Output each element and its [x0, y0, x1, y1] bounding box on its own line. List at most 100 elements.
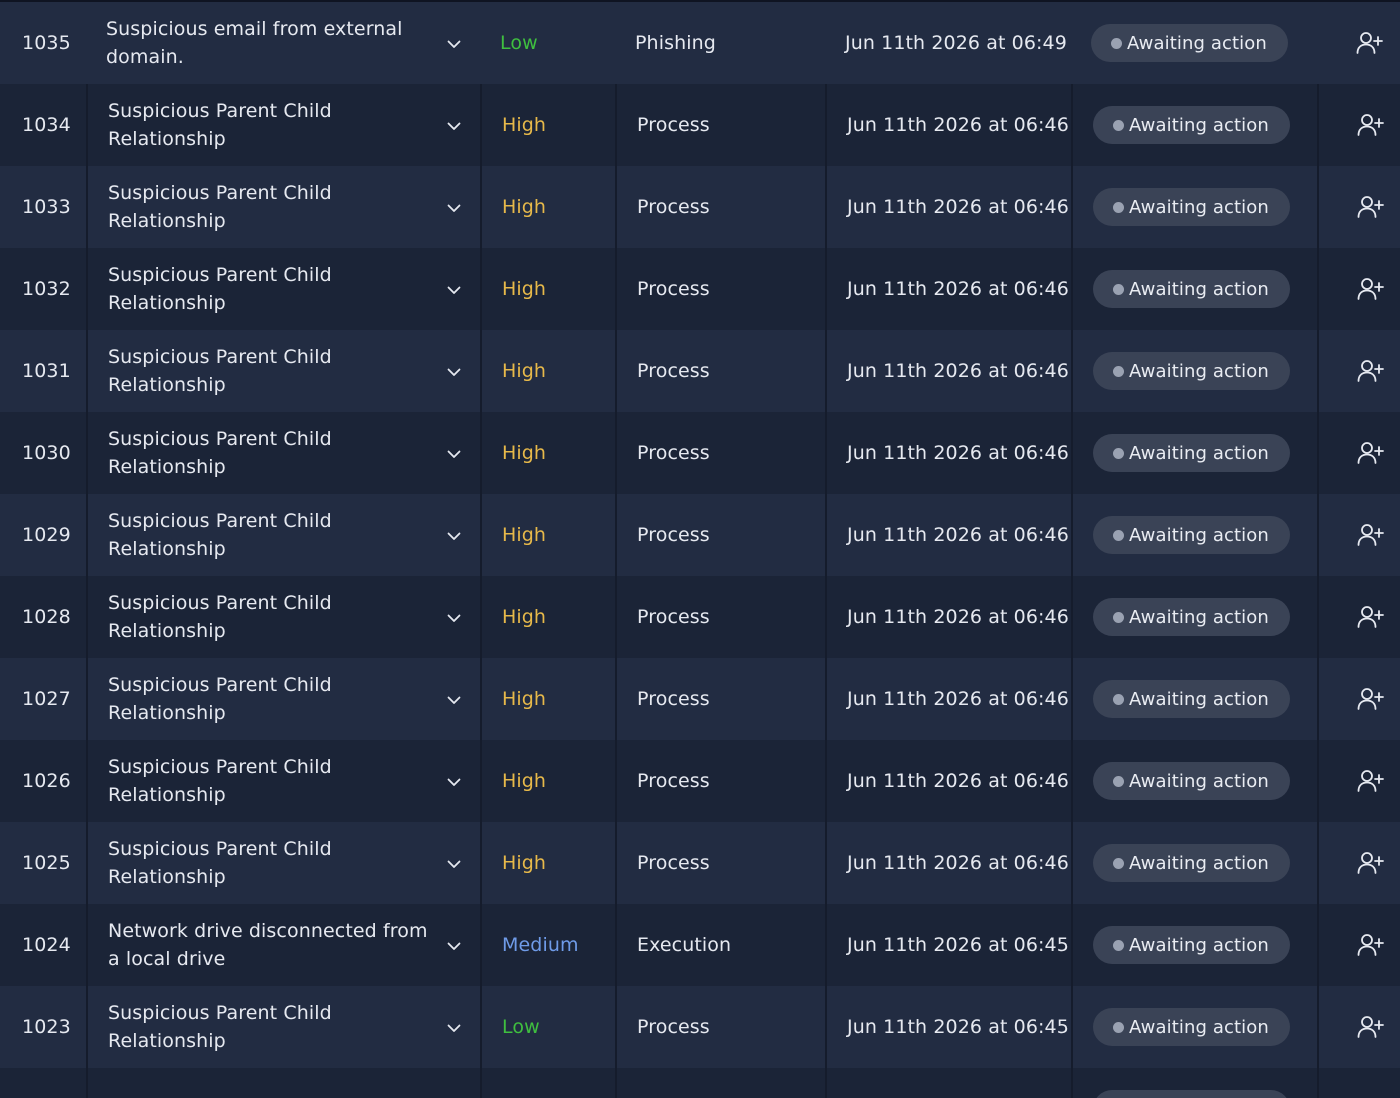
add-user-icon[interactable] — [1356, 1012, 1386, 1042]
alert-title: Suspicious Parent Child Relationship — [108, 346, 332, 396]
assign-cell — [1317, 166, 1400, 248]
status-badge[interactable]: Awaiting action — [1093, 844, 1290, 882]
add-user-icon[interactable] — [1356, 602, 1386, 632]
add-user-icon[interactable] — [1356, 520, 1386, 550]
alert-title-cell[interactable]: Suspicious Parent Child Relationship — [86, 248, 480, 330]
chevron-down-icon[interactable] — [446, 446, 462, 462]
alert-title-cell[interactable]: Suspicious Parent Child Relationship — [86, 166, 480, 248]
alert-title-cell[interactable]: Suspicious Parent Child Relationship — [86, 412, 480, 494]
severity-label: High — [502, 114, 547, 136]
add-user-icon[interactable] — [1356, 356, 1386, 386]
table-row[interactable]: 1025 Suspicious Parent Child Relationshi… — [0, 822, 1400, 904]
chevron-down-icon[interactable] — [446, 36, 462, 52]
alert-title-cell[interactable] — [86, 1068, 480, 1098]
status-badge[interactable]: Awaiting action — [1093, 680, 1290, 718]
date-cell: Jun 11th 2026 at 06:46 — [825, 494, 1071, 576]
alert-date: Jun 11th 2026 at 06:46 — [847, 688, 1069, 710]
assign-cell — [1317, 658, 1400, 740]
table-row[interactable]: 1030 Suspicious Parent Child Relationshi… — [0, 412, 1400, 494]
add-user-icon[interactable] — [1356, 1094, 1386, 1098]
category-cell: Process — [615, 494, 825, 576]
table-row[interactable]: 1033 Suspicious Parent Child Relationshi… — [0, 166, 1400, 248]
severity-label: High — [502, 278, 547, 300]
chevron-down-icon[interactable] — [446, 692, 462, 708]
status-badge[interactable]: Awaiting action — [1093, 106, 1290, 144]
alert-title-cell[interactable]: Suspicious Parent Child Relationship — [86, 658, 480, 740]
status-label: Awaiting action — [1129, 278, 1269, 300]
table-row[interactable]: 1032 Suspicious Parent Child Relationshi… — [0, 248, 1400, 330]
alert-title-cell[interactable]: Suspicious Parent Child Relationship — [86, 986, 480, 1068]
status-label: Awaiting action — [1129, 442, 1269, 464]
alert-id: 1029 — [22, 524, 71, 546]
status-cell: Awaiting action — [1071, 576, 1317, 658]
category-cell: Phishing — [615, 2, 825, 84]
add-user-icon[interactable] — [1356, 848, 1386, 878]
status-cell: Awaiting action — [1071, 904, 1317, 986]
table-row[interactable]: Awaiting action — [0, 1068, 1400, 1098]
status-dot-icon — [1113, 283, 1124, 295]
add-user-icon[interactable] — [1356, 438, 1386, 468]
date-cell: Jun 11th 2026 at 06:49 — [825, 2, 1071, 84]
alert-title-cell[interactable]: Suspicious email from external domain. — [86, 2, 480, 84]
chevron-down-icon[interactable] — [446, 774, 462, 790]
table-row[interactable]: 1031 Suspicious Parent Child Relationshi… — [0, 330, 1400, 412]
status-badge[interactable]: Awaiting action — [1093, 926, 1290, 964]
alert-title-cell[interactable]: Suspicious Parent Child Relationship — [86, 740, 480, 822]
status-cell: Awaiting action — [1071, 494, 1317, 576]
add-user-icon[interactable] — [1356, 192, 1386, 222]
alert-title-cell[interactable]: Suspicious Parent Child Relationship — [86, 822, 480, 904]
chevron-down-icon[interactable] — [446, 118, 462, 134]
assign-cell — [1317, 904, 1400, 986]
category-cell: Process — [615, 330, 825, 412]
chevron-down-icon[interactable] — [446, 200, 462, 216]
alert-title-cell[interactable]: Network drive disconnected from a local … — [86, 904, 480, 986]
chevron-down-icon[interactable] — [446, 938, 462, 954]
status-label: Awaiting action — [1127, 32, 1267, 54]
status-badge[interactable]: Awaiting action — [1093, 1090, 1290, 1098]
chevron-down-icon[interactable] — [446, 1020, 462, 1036]
status-dot-icon — [1113, 611, 1124, 623]
status-badge[interactable]: Awaiting action — [1093, 434, 1290, 472]
alert-title-cell[interactable]: Suspicious Parent Child Relationship — [86, 84, 480, 166]
add-user-icon[interactable] — [1356, 930, 1386, 960]
status-badge[interactable]: Awaiting action — [1093, 352, 1290, 390]
alerts-table: 1035 Suspicious email from external doma… — [0, 0, 1400, 1098]
date-cell: Jun 11th 2026 at 06:45 — [825, 986, 1071, 1068]
alert-title-cell[interactable]: Suspicious Parent Child Relationship — [86, 494, 480, 576]
category-label: Process — [637, 196, 710, 218]
chevron-down-icon[interactable] — [446, 282, 462, 298]
table-row[interactable]: 1029 Suspicious Parent Child Relationshi… — [0, 494, 1400, 576]
alert-title-cell[interactable]: Suspicious Parent Child Relationship — [86, 576, 480, 658]
table-row[interactable]: 1034 Suspicious Parent Child Relationshi… — [0, 84, 1400, 166]
severity-label: High — [502, 196, 547, 218]
status-badge[interactable]: Awaiting action — [1093, 762, 1290, 800]
add-user-icon[interactable] — [1355, 28, 1385, 58]
severity-label: High — [502, 688, 547, 710]
chevron-down-icon[interactable] — [446, 610, 462, 626]
status-badge[interactable]: Awaiting action — [1093, 598, 1290, 636]
table-row[interactable]: 1035 Suspicious email from external doma… — [0, 2, 1400, 84]
status-badge[interactable]: Awaiting action — [1093, 188, 1290, 226]
alert-id-cell: 1024 — [0, 904, 86, 986]
alert-title-cell[interactable]: Suspicious Parent Child Relationship — [86, 330, 480, 412]
status-label: Awaiting action — [1129, 524, 1269, 546]
alert-date: Jun 11th 2026 at 06:45 — [847, 934, 1069, 956]
table-row[interactable]: 1027 Suspicious Parent Child Relationshi… — [0, 658, 1400, 740]
status-badge[interactable]: Awaiting action — [1093, 270, 1290, 308]
add-user-icon[interactable] — [1356, 274, 1386, 304]
status-badge[interactable]: Awaiting action — [1093, 1008, 1290, 1046]
category-cell: Process — [615, 740, 825, 822]
chevron-down-icon[interactable] — [446, 364, 462, 380]
table-row[interactable]: 1026 Suspicious Parent Child Relationshi… — [0, 740, 1400, 822]
table-row[interactable]: 1023 Suspicious Parent Child Relationshi… — [0, 986, 1400, 1068]
status-badge[interactable]: Awaiting action — [1093, 516, 1290, 554]
table-row[interactable]: 1024 Network drive disconnected from a l… — [0, 904, 1400, 986]
add-user-icon[interactable] — [1356, 684, 1386, 714]
add-user-icon[interactable] — [1356, 110, 1386, 140]
chevron-down-icon[interactable] — [446, 856, 462, 872]
assign-cell — [1317, 576, 1400, 658]
add-user-icon[interactable] — [1356, 766, 1386, 796]
status-badge[interactable]: Awaiting action — [1091, 24, 1288, 62]
table-row[interactable]: 1028 Suspicious Parent Child Relationshi… — [0, 576, 1400, 658]
chevron-down-icon[interactable] — [446, 528, 462, 544]
